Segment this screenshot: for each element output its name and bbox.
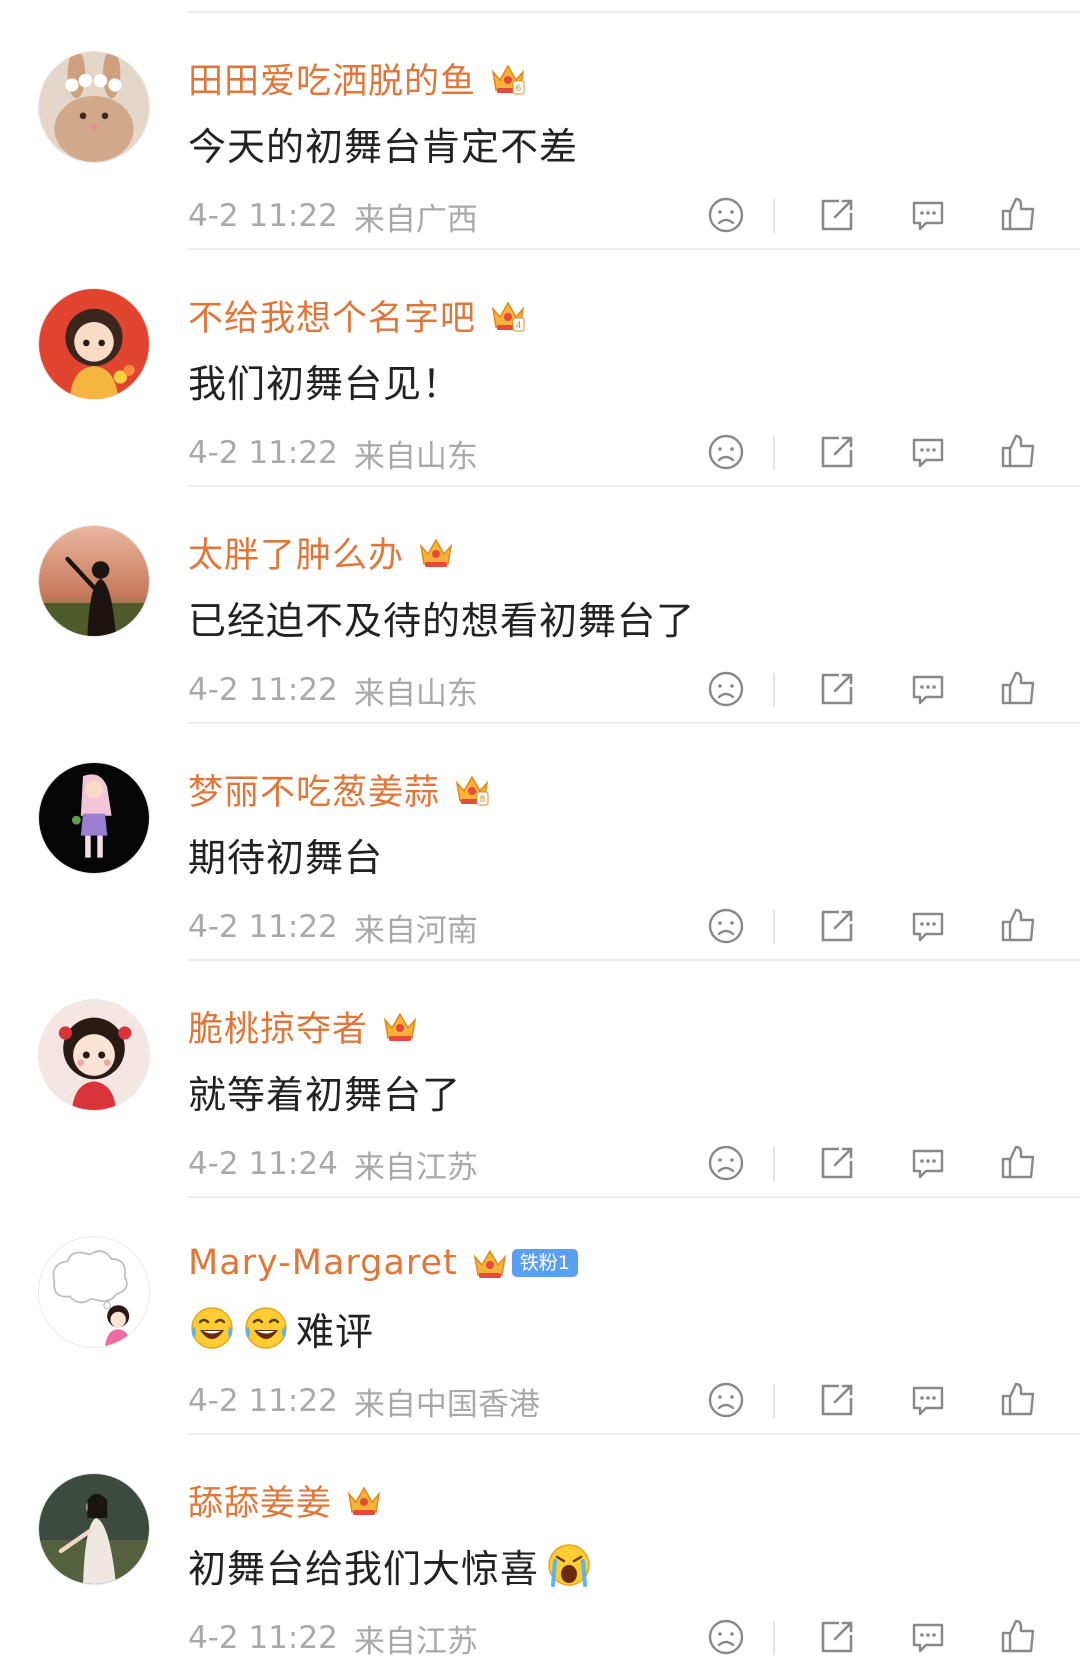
- comment-item: 梦丽不吃葱姜蒜 8 期待初舞台 4-2 11:22 来自河南: [0, 724, 1080, 961]
- share-icon[interactable]: [815, 1615, 859, 1659]
- comment-location: 来自广西: [353, 201, 478, 238]
- action-separator: [773, 673, 775, 707]
- comment-time: 4-2 11:22: [188, 672, 338, 708]
- crown-level: 6: [516, 84, 522, 94]
- share-icon[interactable]: [815, 904, 859, 948]
- dislike-icon[interactable]: [704, 430, 748, 474]
- action-separator: [773, 199, 775, 233]
- comment-item: 田田爱吃洒脱的鱼 6 今天的初舞台肯定不差 4-2 11:22 来自广西: [0, 13, 1080, 250]
- thinking-girl-avatar[interactable]: [38, 1236, 150, 1348]
- comment-item: 不给我想个名字吧 4 我们初舞台见！ 4-2 11:22 来自山东: [0, 250, 1080, 487]
- comment-actions: [700, 1378, 1070, 1424]
- dislike-icon[interactable]: [704, 1615, 748, 1659]
- username[interactable]: Mary-Margaret: [188, 1243, 458, 1283]
- comment-location: 来自江苏: [353, 1623, 478, 1660]
- comment-location: 来自江苏: [353, 1149, 478, 1186]
- dislike-icon[interactable]: [704, 1141, 748, 1185]
- comment-time: 4-2 11:22: [188, 198, 338, 234]
- action-separator: [773, 910, 775, 944]
- comment-item: 舔舔姜姜 初舞台给我们大惊喜 4-2 11:22 来自江苏: [0, 1435, 1080, 1672]
- crown-badge-icon: 4: [488, 295, 528, 335]
- fan-level-badge: 铁粉1: [511, 1249, 578, 1277]
- screaming-cry-emoji: [545, 1541, 593, 1589]
- comment-icon[interactable]: [906, 430, 950, 474]
- like-icon[interactable]: [997, 1615, 1041, 1659]
- share-icon[interactable]: [815, 667, 859, 711]
- comment-icon[interactable]: [906, 1141, 950, 1185]
- comment-text: 期待初舞台: [188, 835, 384, 880]
- crown-level: 8: [480, 795, 486, 805]
- comment-actions: [700, 1141, 1070, 1187]
- username[interactable]: 舔舔姜姜: [188, 1475, 332, 1526]
- rabbit-avatar[interactable]: [38, 51, 150, 163]
- comment-actions: [700, 193, 1070, 239]
- like-icon[interactable]: [997, 430, 1041, 474]
- like-icon[interactable]: [997, 193, 1041, 237]
- share-icon[interactable]: [815, 1378, 859, 1422]
- comment-time: 4-2 11:22: [188, 1383, 338, 1419]
- like-icon[interactable]: [997, 1141, 1041, 1185]
- comment-location: 来自山东: [353, 438, 478, 475]
- dislike-icon[interactable]: [704, 904, 748, 948]
- sunset-girl-avatar[interactable]: [38, 525, 150, 637]
- dislike-icon[interactable]: [704, 193, 748, 237]
- comment-location: 来自河南: [353, 912, 478, 949]
- floral-girl-avatar[interactable]: [38, 999, 150, 1111]
- username[interactable]: 太胖了肿么办: [188, 527, 404, 578]
- comment-text: 初舞台给我们大惊喜: [188, 1546, 540, 1591]
- comment-text: 已经迫不及待的想看初舞台了: [188, 598, 696, 643]
- comment-time: 4-2 11:22: [188, 909, 338, 945]
- username[interactable]: 田田爱吃洒脱的鱼: [188, 53, 476, 104]
- crown-badge-icon: [344, 1480, 384, 1520]
- dislike-icon[interactable]: [704, 667, 748, 711]
- crown-badge-icon: 6: [488, 58, 528, 98]
- share-icon[interactable]: [815, 193, 859, 237]
- comment-time: 4-2 11:22: [188, 1620, 338, 1656]
- username[interactable]: 不给我想个名字吧: [188, 290, 476, 341]
- crown-badge-icon: [380, 1006, 420, 1046]
- action-separator: [773, 436, 775, 470]
- comment-item: Mary-Margaret 铁粉1 难评 4-2 11:22 来自中国香港: [0, 1198, 1080, 1435]
- comment-actions: [700, 904, 1070, 950]
- comment-icon[interactable]: [906, 904, 950, 948]
- comment-text: 我们初舞台见！: [188, 361, 462, 406]
- action-separator: [773, 1384, 775, 1418]
- comment-item: 太胖了肿么办 已经迫不及待的想看初舞台了 4-2 11:22 来自山东: [0, 487, 1080, 724]
- username[interactable]: 脆桃掠夺者: [188, 1001, 368, 1052]
- dislike-icon[interactable]: [704, 1378, 748, 1422]
- comment-actions: [700, 1615, 1070, 1661]
- comment-item: 脆桃掠夺者 就等着初舞台了 4-2 11:24 来自江苏: [0, 961, 1080, 1198]
- crown-badge-icon: 8: [452, 769, 492, 809]
- like-icon[interactable]: [997, 904, 1041, 948]
- comment-actions: [700, 667, 1070, 713]
- dark-girl-avatar[interactable]: [38, 762, 150, 874]
- comment-text: 今天的初舞台肯定不差: [188, 124, 579, 169]
- cartoon-girl-avatar[interactable]: [38, 288, 150, 400]
- crown-badge-icon: [416, 532, 456, 572]
- crown-badge-icon: [470, 1243, 510, 1283]
- comment-text: 就等着初舞台了: [188, 1072, 462, 1117]
- comment-actions: [700, 430, 1070, 476]
- comment-list: 田田爱吃洒脱的鱼 6 今天的初舞台肯定不差 4-2 11:22 来自广西 不给我…: [0, 0, 1080, 1662]
- comment-icon[interactable]: [906, 667, 950, 711]
- crown-level: 4: [516, 321, 522, 331]
- comment-time: 4-2 11:24: [188, 1146, 338, 1182]
- white-dress-avatar[interactable]: [38, 1473, 150, 1585]
- action-separator: [773, 1147, 775, 1181]
- like-icon[interactable]: [997, 667, 1041, 711]
- comment-icon[interactable]: [906, 193, 950, 237]
- comment-icon[interactable]: [906, 1615, 950, 1659]
- comment-icon[interactable]: [906, 1378, 950, 1422]
- like-icon[interactable]: [997, 1378, 1041, 1422]
- comment-location: 来自中国香港: [353, 1386, 540, 1423]
- share-icon[interactable]: [815, 430, 859, 474]
- share-icon[interactable]: [815, 1141, 859, 1185]
- comment-location: 来自山东: [353, 675, 478, 712]
- laugh-cry-emoji: [242, 1304, 290, 1352]
- action-separator: [773, 1621, 775, 1655]
- comment-time: 4-2 11:22: [188, 435, 338, 471]
- comment-text: 难评: [296, 1309, 375, 1354]
- laugh-cry-emoji: [188, 1304, 236, 1352]
- username[interactable]: 梦丽不吃葱姜蒜: [188, 764, 440, 815]
